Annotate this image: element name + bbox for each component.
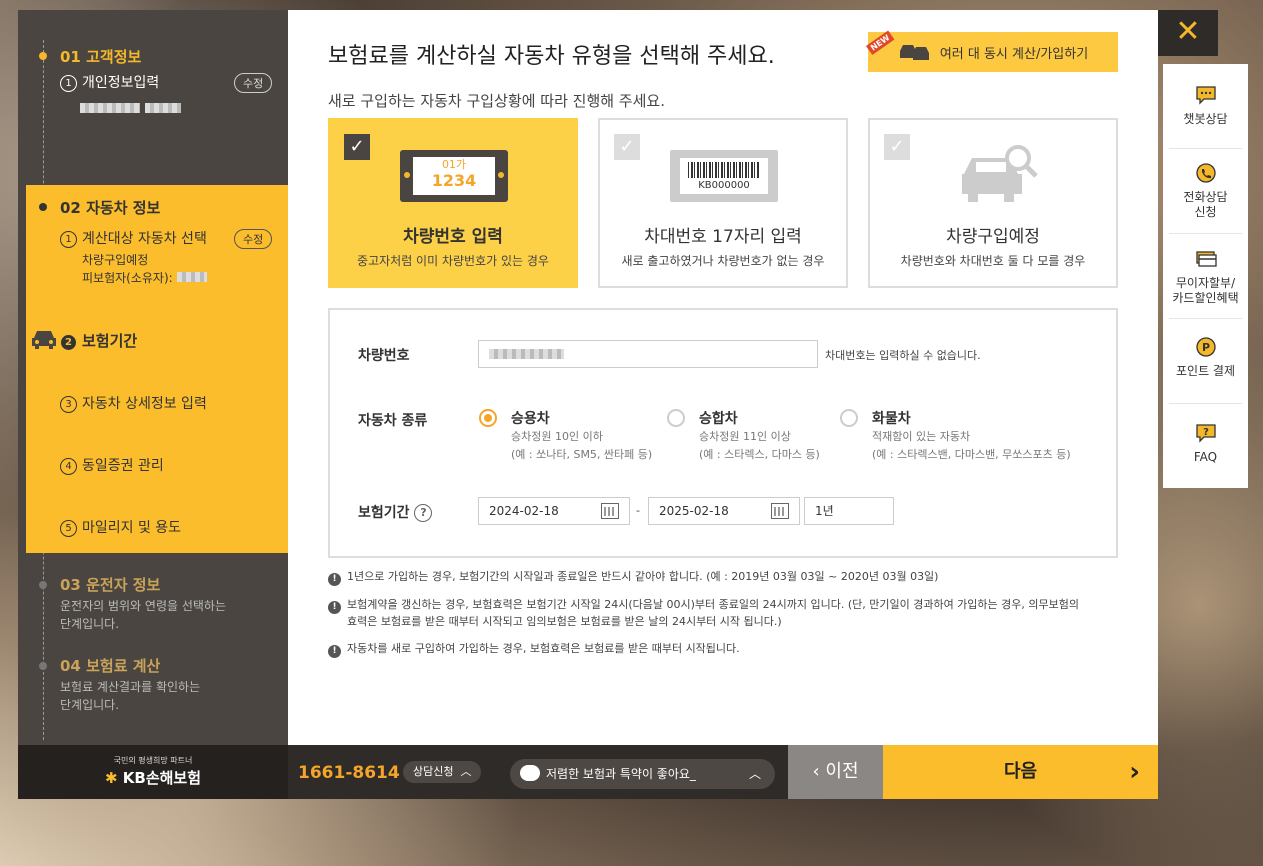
period-label: 보험기간 ? — [358, 502, 433, 522]
step1-title: 01 고객정보 — [60, 48, 142, 66]
phone-consult-button[interactable]: 전화상담 신청 — [1163, 162, 1248, 220]
plate-icon: 01가 1234 — [400, 150, 508, 202]
radio-van[interactable] — [667, 409, 685, 427]
faq-icon: ? — [1195, 424, 1216, 443]
step2-sub[interactable]: 1 계산대상 자동차 선택 — [60, 228, 207, 248]
step2-detail2: 피보험자(소유자): — [82, 269, 207, 286]
plate-input[interactable] — [478, 340, 818, 368]
new-badge: NEW — [866, 30, 895, 56]
next-button[interactable]: 다음 › — [883, 745, 1158, 799]
installment-benefit-button[interactable]: 무이자할부/카드할인혜택 — [1163, 248, 1248, 306]
faq-button[interactable]: ? FAQ — [1163, 422, 1248, 465]
notice-2: ! 보험계약을 갱신하는 경우, 보험효력은 보험기간 시작일 24시(다음날 0… — [328, 597, 1118, 630]
step2-item-period[interactable]: 2 보험기간 — [60, 330, 137, 351]
close-button[interactable]: ✕ — [1158, 10, 1218, 56]
form-box: 차량번호 차대번호는 입력하실 수 없습니다. 자동차 종류 승용차 승차정원 … — [328, 308, 1118, 558]
footer-bar: 국민의 평생희망 파트너 ✱ KB손해보험 1661-8614 상담신청 ︿ 저렴… — [18, 745, 1158, 799]
step2-edit-button[interactable]: 수정 — [234, 229, 273, 249]
prev-button[interactable]: ‹ 이전 — [788, 745, 883, 799]
info-icon: ! — [328, 601, 341, 614]
plate-label: 차량번호 — [358, 348, 410, 364]
card-icon — [1195, 251, 1217, 267]
main-content: 보험료를 계산하실 자동차 유형을 선택해 주세요. 새로 구입하는 자동차 구… — [288, 10, 1158, 745]
check-icon: ✓ — [884, 134, 910, 160]
phone-number: 1661-8614 — [298, 763, 400, 783]
chat-bubble-icon — [520, 765, 540, 781]
date-separator: - — [636, 504, 640, 517]
duration-select[interactable]: 1년 — [804, 497, 894, 525]
chevron-up-icon: ︿ — [460, 765, 472, 778]
page-subtitle: 새로 구입하는 자동차 구입상황에 따라 진행해 주세요. — [328, 92, 665, 110]
radio-truck[interactable] — [840, 409, 858, 427]
step-dot — [39, 662, 47, 670]
multi-car-button[interactable]: NEW 여러 대 동시 계산/가입하기 — [866, 30, 1118, 72]
step4-desc: 보험료 계산결과를 확인하는 단계입니다. — [60, 680, 201, 712]
card-vin-number[interactable]: ✓ KB000000 차대번호 17자리 입력 새로 출고하였거나 차량번호가 … — [598, 118, 848, 288]
check-icon: ✓ — [344, 134, 370, 160]
card-plate-number[interactable]: ✓ 01가 1234 차량번호 입력 중고자처럼 이미 차량번호가 있는 경우 — [328, 118, 578, 288]
plate-note: 차대번호는 입력하실 수 없습니다. — [825, 349, 981, 362]
progress-sidebar: 01 고객정보 1 개인정보입력 수정 02 자동차 정보 1 계산대상 자동차 선… — [18, 10, 288, 745]
calendar-icon[interactable] — [601, 503, 619, 519]
type-desc: 적재함이 있는 자동차 (예 : 스타렉스밴, 다마스밴, 무쏘스포츠 등) — [872, 430, 1071, 461]
card-desc: 새로 출고하였거나 차량번호가 없는 경우 — [621, 254, 825, 268]
card-title: 차량번호 입력 — [403, 227, 503, 247]
type-desc: 승차정원 10인 이하 (예 : 쏘나타, SM5, 싼타페 등) — [511, 430, 653, 461]
point-pay-button[interactable]: P 포인트 결제 — [1163, 336, 1248, 379]
step1-edit-button[interactable]: 수정 — [234, 73, 273, 93]
car-search-icon — [962, 145, 1038, 202]
car-icon — [30, 328, 58, 354]
calendar-icon[interactable] — [771, 503, 789, 519]
step3-desc: 운전자의 범위와 연령을 선택하는 단계입니다. — [60, 599, 227, 631]
svg-text:?: ? — [1203, 427, 1209, 438]
point-icon: P — [1195, 337, 1216, 357]
consult-request-button[interactable]: 상담신청 ︿ — [403, 761, 482, 783]
help-icon: ? — [414, 504, 433, 522]
step1-sub[interactable]: 1 개인정보입력 — [60, 72, 159, 92]
barcode-icon: KB000000 — [670, 150, 778, 202]
svg-text:P: P — [1201, 341, 1209, 354]
chevron-up-icon: ︿ — [748, 767, 761, 781]
radio-sedan[interactable] — [479, 409, 497, 427]
step2-item-mileage[interactable]: 5 마일리지 및 용도 — [60, 517, 181, 537]
card-title: 차대번호 17자리 입력 — [644, 227, 802, 247]
phone-icon — [1195, 163, 1216, 183]
step2-title: 02 자동차 정보 — [60, 199, 161, 217]
card-desc: 중고자처럼 이미 차량번호가 있는 경우 — [357, 254, 549, 268]
step-dot — [39, 581, 47, 589]
chevron-left-icon: ‹ — [812, 761, 820, 782]
step1-masked-info — [80, 98, 182, 117]
quick-menu: 챗봇상담 전화상담 신청 무이자할부/카드할인혜택 P 포인트 결제 ? FAQ — [1163, 64, 1248, 488]
type-title: 화물차 — [872, 411, 911, 427]
chatbot-button[interactable]: 챗봇상담 — [1163, 84, 1248, 127]
step2-item-detail[interactable]: 3 자동차 상세정보 입력 — [60, 393, 207, 413]
card-desc: 차량번호와 차대번호 둘 다 모를 경우 — [900, 254, 1086, 268]
info-icon: ! — [328, 645, 341, 658]
check-icon: ✓ — [614, 134, 640, 160]
type-desc: 승차정원 11인 이상 (예 : 스타렉스, 다마스 등) — [699, 430, 820, 461]
type-title: 승합차 — [699, 411, 738, 427]
chat-icon — [1195, 86, 1216, 105]
step2-item-policy[interactable]: 4 동일증권 관리 — [60, 455, 164, 475]
step-dot — [39, 203, 47, 211]
chat-ticker[interactable]: 저렴한 보험과 특약이 좋아요_ ︿ — [510, 759, 775, 789]
step2-detail1: 차량구입예정 — [82, 253, 149, 267]
type-title: 승용차 — [511, 411, 550, 427]
step-dot — [39, 52, 47, 60]
cars-icon — [899, 45, 929, 60]
page-title: 보험료를 계산하실 자동차 유형을 선택해 주세요. — [328, 44, 775, 69]
info-icon: ! — [328, 573, 341, 586]
card-title: 차량구입예정 — [946, 227, 1040, 247]
type-label: 자동차 종류 — [358, 413, 428, 429]
notice-1: ! 1년으로 가입하는 경우, 보험기간의 시작일과 종료일은 반드시 같아야 합… — [328, 569, 1118, 586]
kb-logo: 국민의 평생희망 파트너 ✱ KB손해보험 — [18, 745, 288, 799]
step3-title: 03 운전자 정보 — [60, 576, 161, 594]
notice-3: ! 자동차를 새로 구입하여 가입하는 경우, 보험효력은 보험료를 받은 때부터… — [328, 641, 1118, 658]
star-icon: ✱ — [104, 769, 118, 787]
step4-title: 04 보험료 계산 — [60, 657, 161, 675]
chevron-right-icon: › — [1129, 757, 1140, 787]
card-purchase-planned[interactable]: ✓ 차량구입예정 차량번호와 차대번호 둘 다 모를 경우 — [868, 118, 1118, 288]
